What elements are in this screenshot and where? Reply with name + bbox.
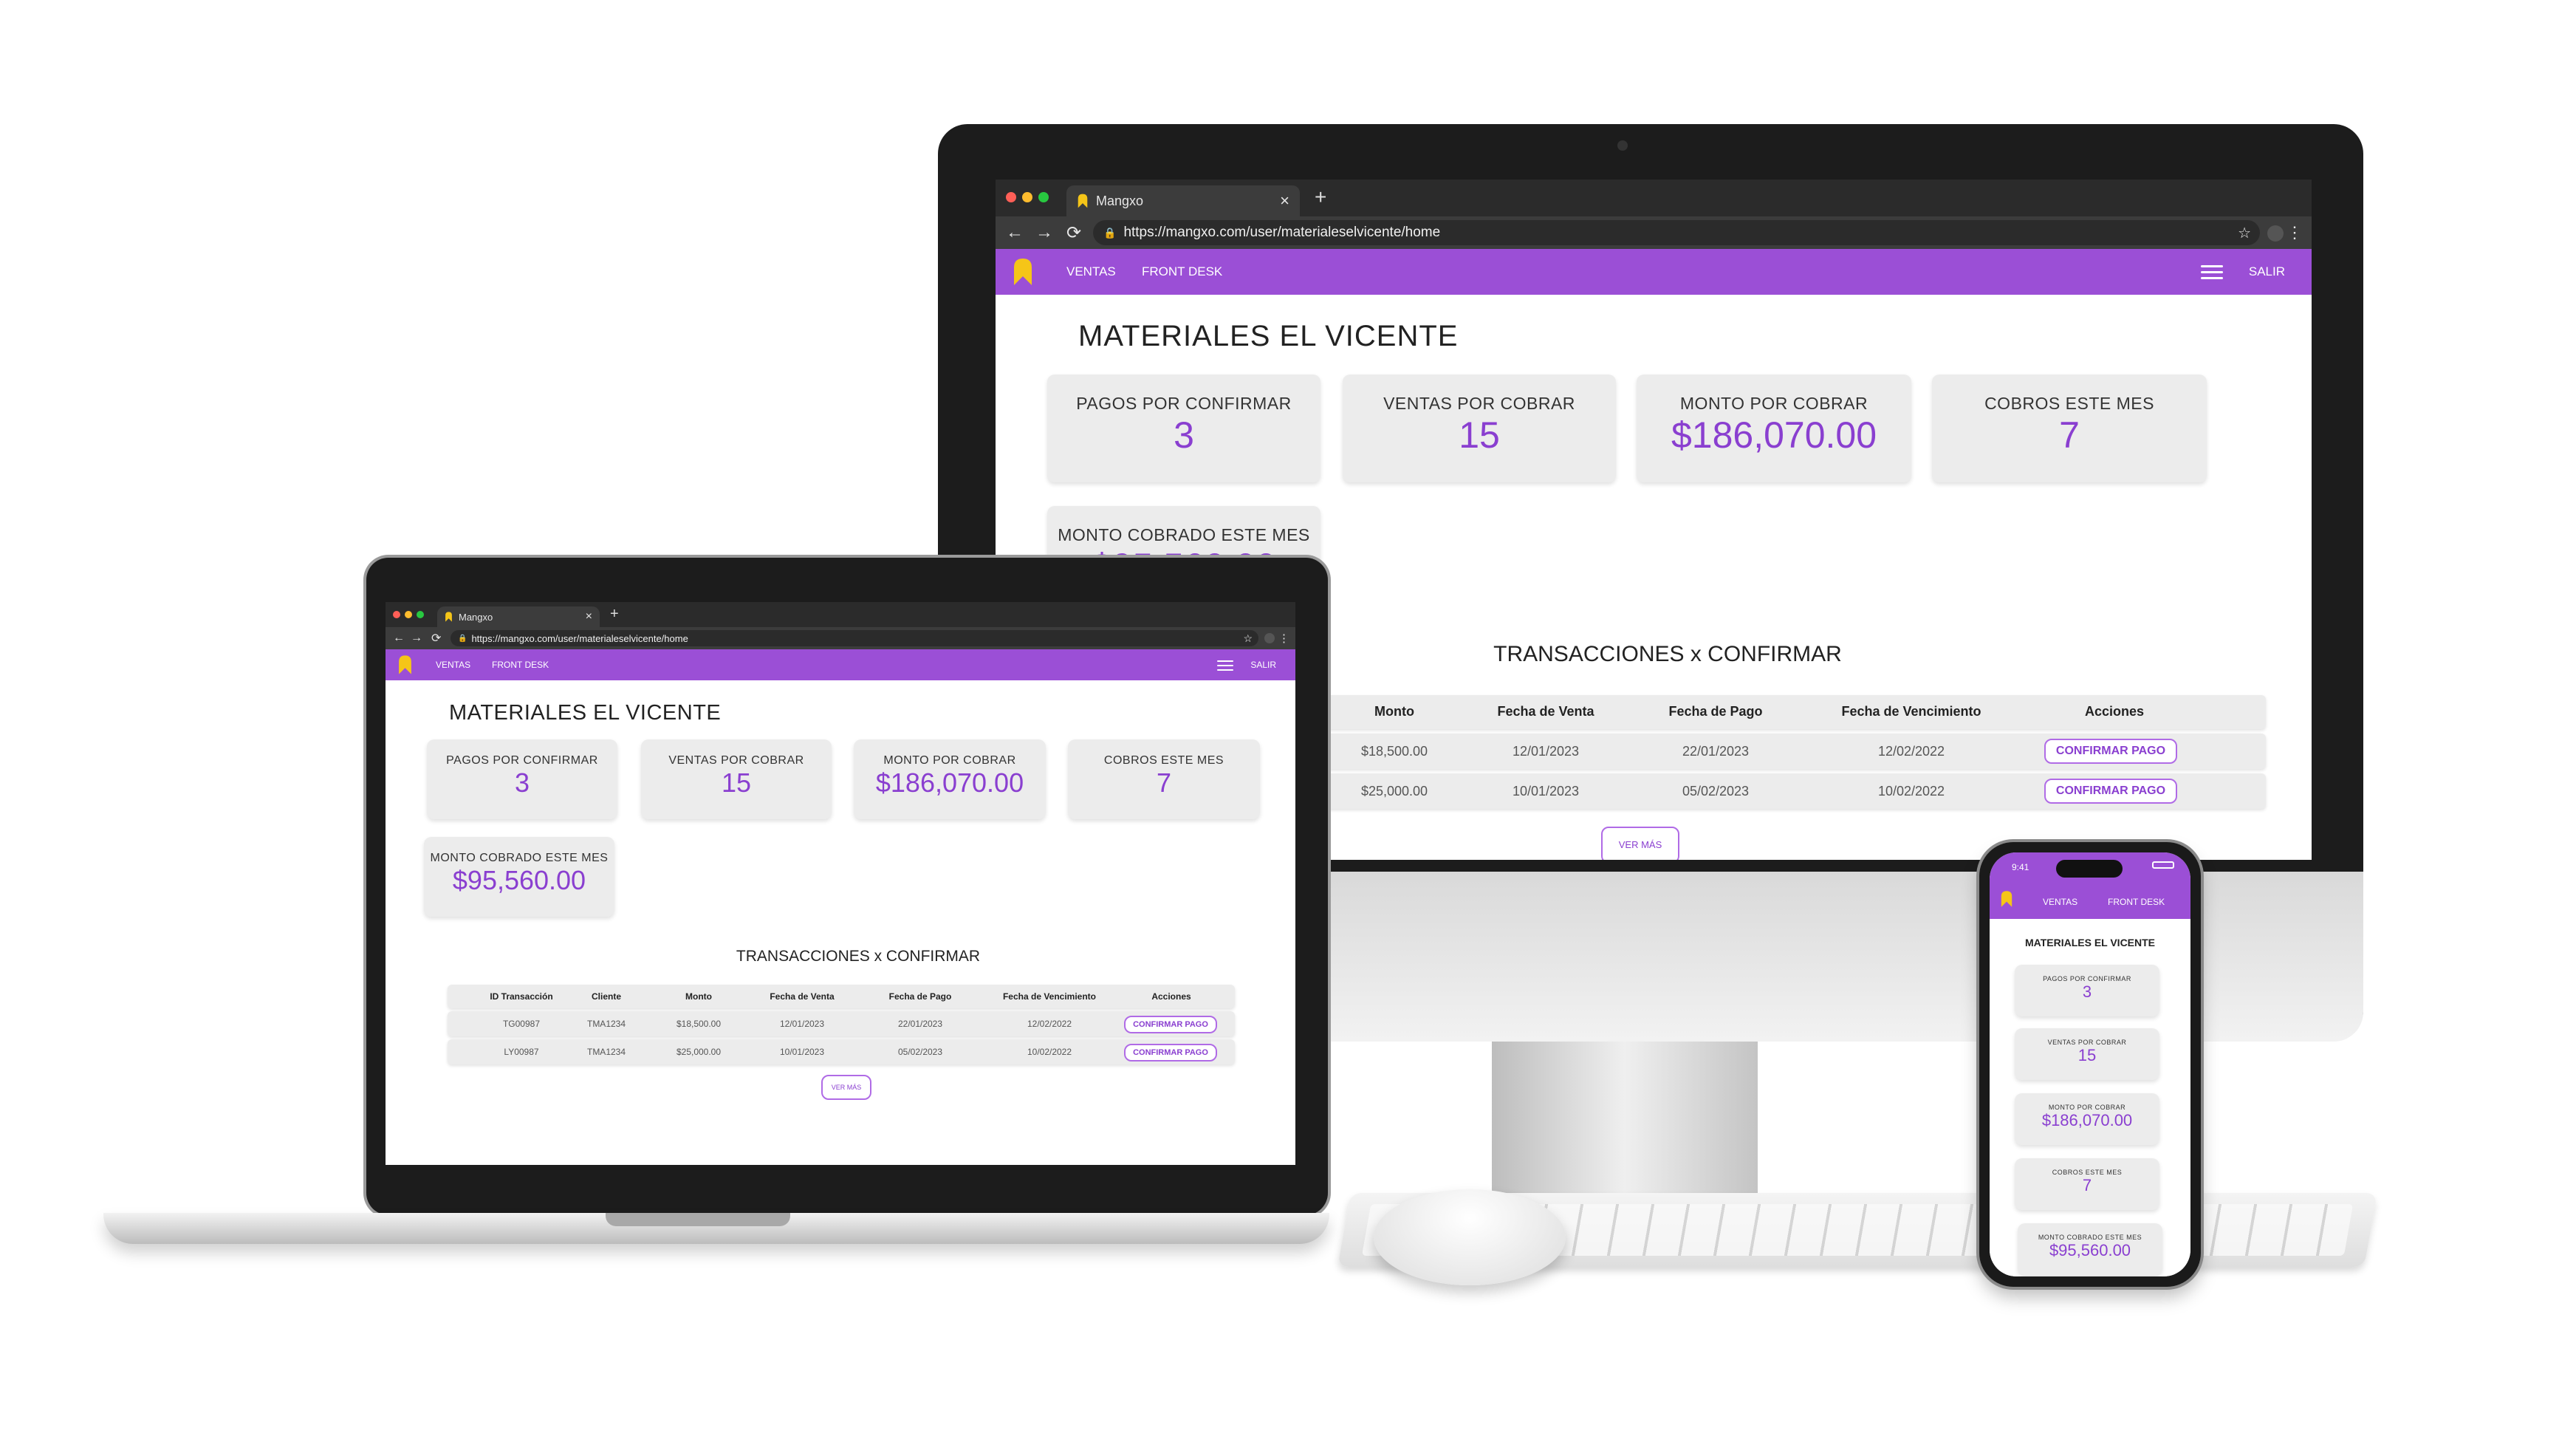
browser-tab[interactable]: Mangxo × (437, 606, 600, 627)
hamburger-menu-icon[interactable] (1217, 660, 1233, 671)
confirmar-pago-button[interactable]: CONFIRMAR PAGO (2044, 779, 2177, 804)
nav-ventas[interactable]: VENTAS (436, 660, 470, 670)
dynamic-island (2056, 860, 2123, 878)
tab-close-icon[interactable]: × (1280, 191, 1289, 211)
top-nav: 9:41 VENTAS FRONT DESK (1990, 852, 2190, 919)
confirmar-pago-button[interactable]: CONFIRMAR PAGO (1124, 1044, 1217, 1061)
lock-icon: 🔒 (1103, 226, 1117, 239)
nav-ventas[interactable]: VENTAS (1066, 264, 1116, 279)
dashboard-page: MATERIALES EL VICENTE PAGOS POR CONFIRMA… (386, 680, 1295, 1165)
card-ventas-por-cobrar[interactable]: VENTAS POR COBRAR 15 (641, 739, 832, 819)
table-row: LY00987 TMA1234 $25,000.00 10/01/2023 05… (448, 1039, 1235, 1064)
phone-screen: 9:41 VENTAS FRONT DESK MATERIALES EL VIC… (1990, 852, 2190, 1276)
desktop-webcam (1617, 140, 1628, 151)
status-time: 9:41 (2012, 862, 2029, 872)
top-nav: VENTAS FRONT DESK SALIR (996, 249, 2312, 295)
address-bar: ← → ⟳ 🔒 https://mangxo.com/user/material… (386, 627, 1295, 649)
url-text: https://mangxo.com/user/materialeselvice… (1123, 225, 1441, 240)
card-cobros-este-mes[interactable]: COBROS ESTE MES 7 (1932, 375, 2207, 482)
mangxo-logo-icon[interactable] (397, 654, 413, 676)
card-pagos-por-confirmar[interactable]: PAGOS POR CONFIRMAR 3 (1047, 375, 1320, 482)
mangxo-logo-icon[interactable] (2000, 889, 2013, 909)
browser-tab[interactable]: Mangxo × (1066, 185, 1300, 216)
address-bar: ← → ⟳ 🔒 https://mangxo.com/user/material… (996, 216, 2312, 249)
card-monto-por-cobrar[interactable]: MONTO POR COBRAR $186,070.00 (854, 739, 1046, 819)
hamburger-menu-icon[interactable] (2201, 265, 2223, 279)
card-cobros-este-mes[interactable]: COBROS ESTE MES 7 (1068, 739, 1260, 819)
new-tab-button[interactable]: + (1315, 185, 1326, 209)
ver-mas-button[interactable]: VER MÁS (1601, 827, 1679, 860)
url-field[interactable]: 🔒 https://mangxo.com/user/materialeselvi… (451, 630, 1258, 646)
reload-icon[interactable]: ⟳ (431, 631, 441, 646)
maximize-window-icon[interactable] (1038, 192, 1049, 202)
card-monto-cobrado-este-mes[interactable]: MONTO COBRADO ESTE MES $95,560.00 (424, 837, 614, 917)
reload-icon[interactable]: ⟳ (1066, 222, 1081, 244)
laptop-screen: Mangxo × + ← → ⟳ 🔒 https://mangxo.com/us… (386, 602, 1295, 1165)
tab-title: Mangxo (1096, 193, 1144, 208)
page-title: MATERIALES EL VICENTE (2024, 937, 2156, 948)
desktop-stand-neck (1492, 1042, 1758, 1219)
card-ventas-por-cobrar[interactable]: VENTAS POR COBRAR 15 (2015, 1028, 2159, 1080)
tab-bar: Mangxo × + (386, 602, 1295, 627)
mouse (1374, 1189, 1566, 1285)
lock-icon: 🔒 (458, 634, 467, 643)
new-tab-button[interactable]: + (610, 606, 619, 623)
card-cobros-este-mes[interactable]: COBROS ESTE MES 7 (2015, 1158, 2159, 1210)
forward-arrow-icon[interactable]: → (1035, 222, 1053, 243)
ver-mas-button[interactable]: VER MÁS (821, 1075, 871, 1100)
table-header-row: ID Transacción Cliente Monto Fecha de Ve… (448, 985, 1235, 1008)
maximize-window-icon[interactable] (417, 611, 424, 618)
back-arrow-icon[interactable]: ← (1006, 222, 1024, 243)
tab-close-icon[interactable]: × (586, 610, 592, 623)
tab-bar: Mangxo × + (996, 180, 2312, 216)
mangxo-logo-icon[interactable] (1012, 256, 1034, 287)
table-title: TRANSACCIONES x CONFIRMAR (736, 948, 981, 965)
url-text: https://mangxo.com/user/materialeselvice… (471, 632, 688, 644)
top-nav: VENTAS FRONT DESK SALIR (386, 649, 1295, 680)
tab-favicon-icon (445, 611, 453, 623)
nav-salir[interactable]: SALIR (1250, 660, 1276, 670)
tab-title: Mangxo (459, 611, 493, 623)
nav-ventas[interactable]: VENTAS (2043, 897, 2077, 907)
minimize-window-icon[interactable] (1022, 192, 1032, 202)
laptop-notch (606, 1213, 790, 1226)
nav-salir[interactable]: SALIR (2249, 264, 2285, 279)
card-ventas-por-cobrar[interactable]: VENTAS POR COBRAR 15 (1343, 375, 1616, 482)
nav-front-desk[interactable]: FRONT DESK (2108, 897, 2165, 907)
browser-menu-icon[interactable]: ⋮ (2286, 223, 2303, 242)
close-window-icon[interactable] (1006, 192, 1016, 202)
bookmark-star-icon[interactable]: ☆ (1243, 632, 1253, 645)
table-row: TG00987 TMA1234 $18,500.00 12/01/2023 22… (448, 1011, 1235, 1036)
card-monto-por-cobrar[interactable]: MONTO POR COBRAR $186,070.00 (1637, 375, 1911, 482)
profile-avatar[interactable] (2267, 225, 2284, 242)
minimize-window-icon[interactable] (405, 611, 412, 618)
transactions-table: ID Transacción Cliente Monto Fecha de Ve… (448, 985, 1235, 1066)
forward-arrow-icon[interactable]: → (411, 632, 422, 645)
card-pagos-por-confirmar[interactable]: PAGOS POR CONFIRMAR 3 (427, 739, 617, 819)
bookmark-star-icon[interactable]: ☆ (2238, 224, 2251, 242)
nav-front-desk[interactable]: FRONT DESK (1142, 264, 1222, 279)
table-title: TRANSACCIONES x CONFIRMAR (1493, 642, 1842, 666)
url-field[interactable]: 🔒 https://mangxo.com/user/materialeselvi… (1093, 220, 2260, 245)
browser-menu-icon[interactable]: ⋮ (1278, 632, 1289, 645)
signal-battery-icon (2152, 861, 2174, 869)
close-window-icon[interactable] (393, 611, 400, 618)
nav-front-desk[interactable]: FRONT DESK (492, 660, 549, 670)
profile-avatar[interactable] (1264, 633, 1275, 643)
page-title: MATERIALES EL VICENTE (1078, 320, 1459, 352)
confirmar-pago-button[interactable]: CONFIRMAR PAGO (1124, 1016, 1217, 1033)
back-arrow-icon[interactable]: ← (393, 632, 405, 645)
page-title: MATERIALES EL VICENTE (449, 701, 722, 725)
card-monto-cobrado-este-mes[interactable]: MONTO COBRADO ESTE MES $95,560.00 (2018, 1223, 2162, 1275)
tab-favicon-icon (1077, 193, 1089, 209)
dashboard-page: MATERIALES EL VICENTE PAGOS POR CONFIRMA… (1990, 919, 2190, 1276)
card-monto-por-cobrar[interactable]: MONTO POR COBRAR $186,070.00 (2015, 1093, 2159, 1145)
confirmar-pago-button[interactable]: CONFIRMAR PAGO (2044, 739, 2177, 764)
card-pagos-por-confirmar[interactable]: PAGOS POR CONFIRMAR 3 (2015, 965, 2159, 1016)
